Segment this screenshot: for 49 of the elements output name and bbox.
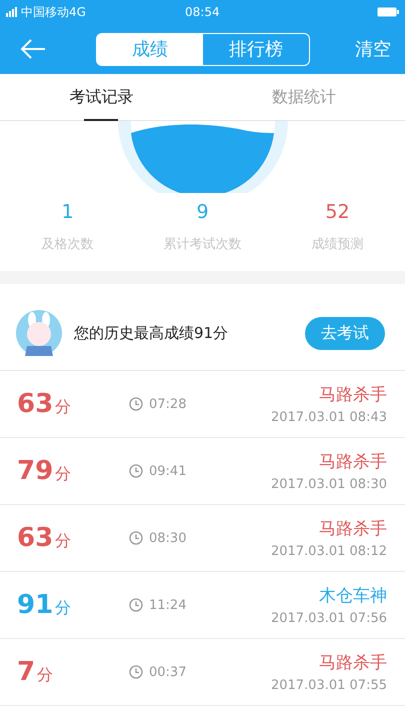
rank-title: 马路杀手 <box>319 384 387 406</box>
score-value: 79 <box>17 456 54 486</box>
clock-icon <box>129 665 143 679</box>
segment-tab[interactable]: 成绩 <box>97 34 203 64</box>
stat-value: 9 <box>196 201 209 223</box>
clock-icon <box>129 464 143 478</box>
exam-date: 2017.03.01 08:12 <box>270 544 387 559</box>
signal-icon <box>6 7 18 17</box>
score-value: 91 <box>17 590 54 620</box>
score-value: 63 <box>17 523 54 553</box>
rank-title: 马路杀手 <box>319 652 387 674</box>
carrier-name: 中国移动4G <box>21 4 86 20</box>
avatar-icon <box>16 310 62 356</box>
back-arrow-icon[interactable] <box>20 39 46 59</box>
score-unit: 分 <box>55 531 72 552</box>
score-unit: 分 <box>55 397 72 418</box>
status-time: 08:54 <box>185 5 220 19</box>
rank-title: 马路杀手 <box>319 518 387 540</box>
best-score-text: 您的历史最高成绩91分 <box>74 324 228 342</box>
score-unit: 分 <box>55 598 72 619</box>
duration-text: 11:24 <box>149 598 186 612</box>
stat-value: 1 <box>61 201 74 223</box>
stat-label: 成绩预测 <box>312 236 364 253</box>
duration-text: 09:41 <box>149 464 186 478</box>
exam-date: 2017.03.01 08:30 <box>270 477 387 492</box>
stat-label: 及格次数 <box>42 236 94 253</box>
exam-date: 2017.03.01 08:43 <box>270 410 387 425</box>
tab[interactable]: 考试记录 <box>0 74 202 120</box>
exam-date: 2017.03.01 07:55 <box>270 678 387 693</box>
duration-text: 00:37 <box>149 664 186 680</box>
segment-tab[interactable]: 排行榜 <box>203 34 309 64</box>
score-unit: 分 <box>37 665 54 686</box>
score-unit: 分 <box>55 464 72 485</box>
clock-icon <box>129 397 143 411</box>
clear-button[interactable]: 清空 <box>355 37 391 61</box>
exam-date: 2017.03.01 07:56 <box>270 611 387 626</box>
score-value: 7 <box>17 657 36 687</box>
rank-title: 马路杀手 <box>319 451 387 473</box>
duration-text: 07:28 <box>149 396 186 412</box>
take-exam-button[interactable]: 去考试 <box>305 316 385 350</box>
score-value: 63 <box>17 389 54 419</box>
battery-icon <box>377 7 399 17</box>
tab[interactable]: 数据统计 <box>202 74 405 120</box>
stat-value: 52 <box>325 201 350 223</box>
clock-icon <box>129 598 143 612</box>
clock-icon <box>129 531 143 545</box>
rank-title: 木仓车神 <box>319 585 387 607</box>
duration-text: 08:30 <box>149 530 186 546</box>
stat-label: 累计考试次数 <box>164 236 242 253</box>
